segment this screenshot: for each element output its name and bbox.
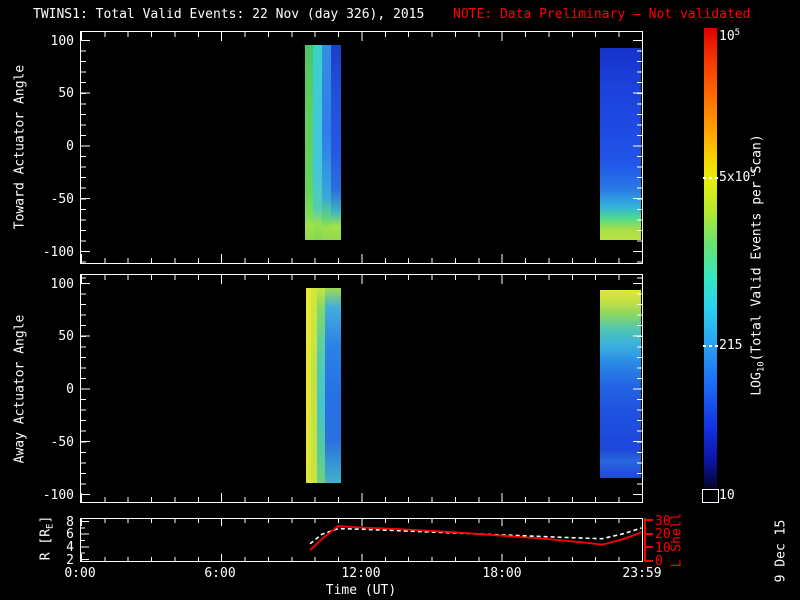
l-shell-tick — [644, 546, 653, 548]
l-shell-axis-title: L Shell — [670, 513, 685, 568]
heatmap-column — [322, 45, 331, 240]
heatmap-column — [331, 45, 342, 240]
heatmap-column — [600, 48, 641, 240]
preliminary-note: NOTE: Data Preliminary – Not validated — [453, 7, 750, 22]
r-axis-title: R [RE] — [39, 516, 54, 561]
colorbar-tick-label: 10 — [719, 488, 735, 503]
panel-away-spectrogram — [80, 274, 643, 503]
away-tick-label: 0 — [28, 382, 74, 397]
rl-line-chart — [81, 519, 642, 561]
colorbar — [704, 28, 717, 490]
toward-tick-label: 50 — [28, 86, 74, 101]
colorbar-axis-title: LOG10(Total Valid Events per Scan) — [750, 134, 765, 395]
heatmap-column — [317, 288, 325, 483]
r-line — [310, 528, 641, 544]
toward-tick-label: 100 — [28, 34, 74, 49]
toward-axis-title: Toward Actuator Angle — [13, 65, 28, 229]
colorbar-end-box — [702, 489, 719, 503]
time-tick-label: 0:00 — [60, 566, 100, 581]
l-shell-axis-line — [644, 518, 646, 562]
panel-toward-spectrogram — [80, 31, 643, 264]
heatmap-column — [313, 45, 322, 240]
plot-title: TWINS1: Total Valid Events: 22 Nov (day … — [33, 7, 424, 22]
away-axis-title: Away Actuator Angle — [13, 315, 28, 464]
heatmap-band — [305, 45, 341, 240]
l-shell-tick — [644, 519, 653, 521]
time-tick-label: 6:00 — [200, 566, 240, 581]
colorbar-tick-dash — [703, 345, 718, 347]
heatmap-column — [325, 288, 342, 483]
heatmap-column — [305, 45, 312, 240]
heatmap-bands-away — [81, 275, 642, 502]
figure-root: TWINS1: Total Valid Events: 22 Nov (day … — [0, 0, 800, 600]
heatmap-bands-toward — [81, 32, 642, 263]
heatmap-band — [600, 290, 641, 478]
away-tick-label: 100 — [28, 277, 74, 292]
date-stamp: 9 Dec 15 — [774, 520, 789, 583]
heatmap-band — [306, 288, 341, 483]
toward-tick-label: -50 — [28, 192, 74, 207]
heatmap-column — [600, 290, 641, 478]
away-tick-label: -50 — [28, 435, 74, 450]
time-tick-label: 18:00 — [478, 566, 526, 581]
away-tick-label: 50 — [28, 329, 74, 344]
away-tick-label: -100 — [28, 488, 74, 503]
time-axis-title: Time (UT) — [300, 583, 422, 598]
colorbar-tick-dash — [703, 177, 718, 179]
l-shell-line — [310, 526, 641, 550]
colorbar-tick-label: 105 — [719, 29, 740, 44]
colorbar-tick-label: 215 — [719, 338, 742, 353]
l-shell-tick — [644, 560, 653, 562]
toward-tick-label: 0 — [28, 139, 74, 154]
l-shell-tick — [644, 533, 653, 535]
toward-tick-label: -100 — [28, 245, 74, 260]
time-tick-label: 23:59 — [618, 566, 666, 581]
heatmap-band — [600, 48, 641, 240]
panel-r-lshell — [80, 518, 643, 562]
time-tick-label: 12:00 — [337, 566, 385, 581]
